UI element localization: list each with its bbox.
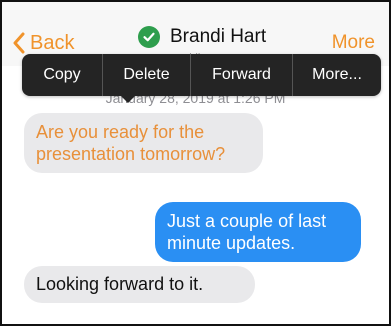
incoming-message[interactable]: Are you ready for the presentation tomor… [24,113,263,173]
delete-menu-item[interactable]: Delete [102,54,190,96]
checkmark-circle-icon [138,26,160,48]
contact-name: Brandi Hart [170,26,267,47]
copy-menu-item[interactable]: Copy [22,54,102,96]
chevron-left-icon [13,32,25,54]
back-label: Back [30,31,75,54]
message-context-menu: Copy Delete Forward More... [22,54,381,96]
contact-header[interactable]: Brandi Hart [138,26,266,48]
outgoing-message[interactable]: Just a couple of last minute updates. [155,202,361,262]
more-actions-menu-item[interactable]: More... [292,54,381,96]
messages-screen: Back Brandi Hart mobile More January 28,… [0,0,391,326]
more-button[interactable]: More [332,32,375,54]
menu-pointer-arrow [119,94,137,103]
forward-menu-item[interactable]: Forward [190,54,292,96]
back-button[interactable]: Back [12,29,74,57]
incoming-message[interactable]: Looking forward to it. [24,266,255,303]
